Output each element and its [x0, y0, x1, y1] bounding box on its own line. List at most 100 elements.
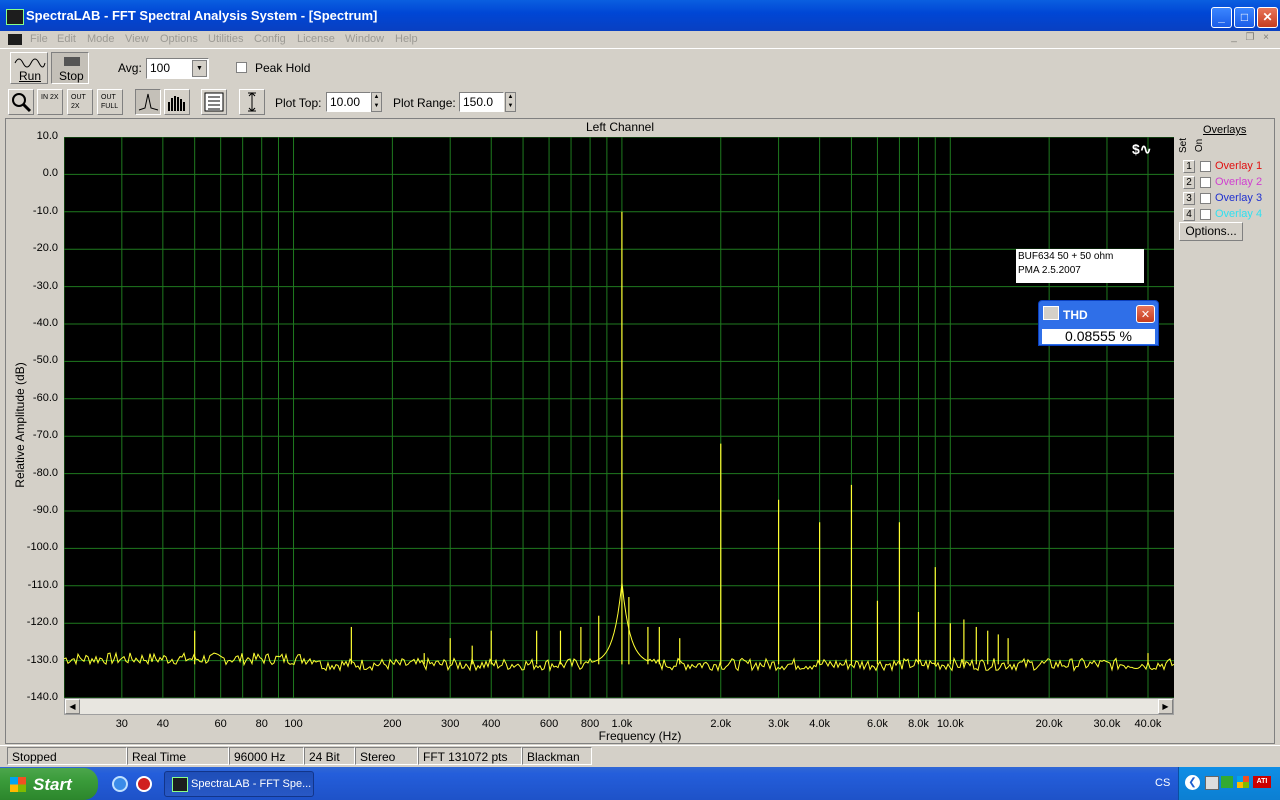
- start-label: Start: [33, 775, 72, 794]
- line-plot-button[interactable]: [135, 89, 161, 115]
- language-indicator[interactable]: CS: [1155, 777, 1170, 789]
- security-center-icon[interactable]: [1237, 776, 1249, 788]
- menu-edit[interactable]: Edit: [57, 33, 76, 45]
- y-tick-label: -90.0: [32, 504, 58, 516]
- zoom-full-button[interactable]: OUT FULL: [97, 89, 123, 115]
- menu-window[interactable]: Window: [345, 33, 384, 45]
- overlay-options-button[interactable]: Options...: [1179, 222, 1243, 241]
- minimize-button[interactable]: _: [1211, 7, 1232, 28]
- overlay-checkbox-1[interactable]: [1200, 161, 1211, 172]
- zoom-button[interactable]: [8, 89, 34, 115]
- menu-utilities[interactable]: Utilities: [208, 33, 243, 45]
- line-plot-icon: [138, 93, 159, 111]
- mdi-minimize-button[interactable]: _: [1228, 33, 1240, 44]
- plot-range-input[interactable]: 150.0: [459, 92, 504, 112]
- x-tick-label: 400: [482, 718, 501, 730]
- thd-window-icon: [1043, 306, 1059, 320]
- x-tick-label: 3.0k: [768, 718, 789, 730]
- taskbar-task-spectralab[interactable]: SpectraLAB - FFT Spe...: [164, 771, 314, 797]
- overlay-checkbox-4[interactable]: [1200, 209, 1211, 220]
- overlay-set-button-2[interactable]: 2: [1183, 176, 1195, 189]
- thd-close-icon[interactable]: ✕: [1136, 305, 1155, 323]
- mdi-close-button[interactable]: ×: [1260, 33, 1272, 44]
- status-cell-4: Stereo: [355, 747, 418, 765]
- spectrum-plot[interactable]: [64, 137, 1174, 698]
- vertical-scale-icon: [248, 92, 256, 112]
- avg-value: 100: [150, 61, 171, 75]
- speaker-icon[interactable]: [1221, 776, 1233, 788]
- channel-title: Left Channel: [585, 120, 655, 134]
- bar-plot-button[interactable]: [164, 89, 190, 115]
- horizontal-scrollbar[interactable]: [64, 698, 1174, 715]
- x-tick-label: 30.0k: [1093, 718, 1121, 730]
- ati-driver-icon[interactable]: ATI: [1253, 776, 1271, 788]
- plot-annotation[interactable]: BUF634 50 + 50 ohm PMA 2.5.2007: [1016, 249, 1144, 283]
- x-tick-label: 60: [214, 718, 227, 730]
- overlay-set-button-1[interactable]: 1: [1183, 160, 1195, 173]
- scroll-right-icon[interactable]: ▶: [1158, 699, 1173, 714]
- x-tick-label: 300: [441, 718, 460, 730]
- menu-view[interactable]: View: [125, 33, 149, 45]
- table-view-button[interactable]: [201, 89, 227, 115]
- y-tick-label: -130.0: [26, 653, 58, 666]
- mdi-restore-button[interactable]: ❐: [1244, 33, 1256, 44]
- stop-button[interactable]: Stop: [51, 52, 89, 84]
- run-button[interactable]: Run: [10, 52, 48, 84]
- x-tick-label: 4.0k: [809, 718, 830, 730]
- plot-top-spinner[interactable]: ▲ ▼: [371, 92, 382, 112]
- plot-range-label: Plot Range:: [393, 96, 456, 110]
- y-tick-label: 0.0: [42, 167, 58, 180]
- thd-window[interactable]: THD ✕ 0.08555 %: [1038, 300, 1159, 346]
- app-icon[interactable]: [6, 9, 24, 25]
- network-icon[interactable]: [1205, 776, 1219, 790]
- close-button[interactable]: ✕: [1257, 7, 1278, 28]
- y-tick-label: -110.0: [27, 578, 58, 591]
- x-tick-label: 100: [284, 718, 303, 730]
- zoom-out-2x-button[interactable]: OUT 2X: [67, 89, 93, 115]
- menu-config[interactable]: Config: [254, 33, 286, 45]
- status-cell-0: Stopped: [7, 747, 127, 765]
- status-cell-5: FFT 131072 pts: [418, 747, 522, 765]
- overlay-checkbox-3[interactable]: [1200, 193, 1211, 204]
- window-title: SpectraLAB - FFT Spectral Analysis Syste…: [26, 8, 378, 23]
- plot-top-input[interactable]: 10.00: [326, 92, 371, 112]
- spectrum-trace: [64, 582, 1174, 673]
- thd-value: 0.08555 %: [1042, 329, 1155, 344]
- menu-help[interactable]: Help: [395, 33, 418, 45]
- menu-options[interactable]: Options: [160, 33, 198, 45]
- avg-select[interactable]: 100 ▼: [146, 58, 209, 79]
- signal-type-icon[interactable]: $∿: [1132, 141, 1152, 158]
- menu-mode[interactable]: Mode: [87, 33, 115, 45]
- magnifier-icon: [12, 93, 32, 113]
- start-button[interactable]: Start: [0, 768, 98, 800]
- maximize-button[interactable]: □: [1234, 7, 1255, 28]
- avg-label: Avg:: [118, 61, 142, 75]
- menu-license[interactable]: License: [297, 33, 335, 45]
- plot-top-value: 10.00: [330, 95, 361, 109]
- overlay-set-button-3[interactable]: 3: [1183, 192, 1195, 205]
- overlay-checkbox-2[interactable]: [1200, 177, 1211, 188]
- annotation-line-1: BUF634 50 + 50 ohm: [1018, 251, 1114, 262]
- internet-explorer-icon[interactable]: [112, 776, 128, 792]
- zoom-full-text: OUT FULL: [101, 94, 119, 110]
- zoom-in-2x-button[interactable]: IN 2X: [37, 89, 63, 115]
- overlay-set-button-4[interactable]: 4: [1183, 208, 1195, 221]
- status-cell-6: Blackman: [522, 747, 592, 765]
- scroll-left-icon[interactable]: ◀: [65, 699, 80, 714]
- peak-hold-checkbox[interactable]: [236, 62, 247, 73]
- set-label: Set: [1178, 137, 1190, 154]
- stop-label: Stop: [59, 69, 84, 83]
- table-icon: [204, 92, 224, 112]
- plot-range-spinner[interactable]: ▲ ▼: [505, 92, 516, 112]
- document-icon[interactable]: [8, 34, 22, 45]
- overlays-heading: Overlays: [1203, 124, 1247, 136]
- y-tick-label: -40.0: [32, 317, 58, 329]
- tray-expand-icon[interactable]: ❮: [1185, 775, 1200, 790]
- scale-button[interactable]: [239, 89, 265, 115]
- spectrum-chart: [64, 137, 1174, 698]
- chevron-down-icon[interactable]: ▼: [192, 60, 207, 77]
- menu-file[interactable]: File: [30, 33, 48, 45]
- quicklaunch-app-icon[interactable]: [136, 776, 152, 792]
- plot-range-value: 150.0: [463, 95, 494, 109]
- status-cell-3: 24 Bit: [304, 747, 355, 765]
